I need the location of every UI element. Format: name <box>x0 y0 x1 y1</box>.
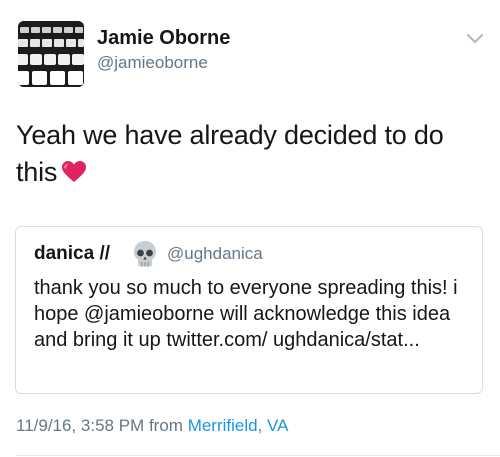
from-label: from <box>148 416 183 435</box>
quoted-author-name: danica // <box>34 243 111 264</box>
quoted-tweet-card[interactable]: danica // @ughdanica thank you so much t… <box>15 226 483 394</box>
skull-icon <box>132 240 158 268</box>
divider <box>16 455 500 456</box>
author-handle[interactable]: @jamieoborne <box>97 53 208 73</box>
tweet-meta: 11/9/16, 3:58 PM from Merrifield, VA <box>16 416 288 436</box>
red-heart-icon <box>61 157 87 182</box>
tweet-location-link[interactable]: Merrifield, VA <box>188 416 289 435</box>
tweet-timestamp[interactable]: 11/9/16, 3:58 PM <box>16 416 144 435</box>
avatar-image <box>18 21 84 87</box>
quoted-author-handle: @ughdanica <box>167 244 263 263</box>
author-avatar[interactable] <box>18 21 84 87</box>
quoted-tweet-text: thank you so much to everyone spreading … <box>34 277 458 351</box>
author-name[interactable]: Jamie Oborne <box>97 27 230 50</box>
tweet-text: Yeah we have already decided to do this <box>16 117 478 191</box>
chevron-down-icon[interactable] <box>466 32 484 46</box>
